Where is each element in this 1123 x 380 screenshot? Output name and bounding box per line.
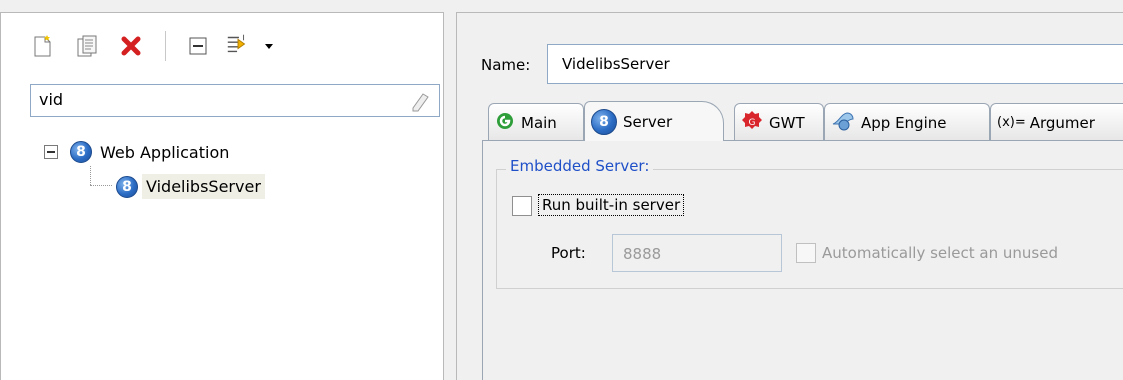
tree-item-web-application[interactable]: 8 Web Application [44, 141, 229, 163]
port-input-value: 8888 [623, 245, 662, 263]
embedded-server-group [496, 169, 1123, 289]
tab-gwt[interactable]: G GWT [734, 103, 824, 141]
filter-input[interactable]: vid [30, 84, 440, 117]
tab-label: App Engine [861, 113, 947, 132]
web-application-globe-icon: 8 [70, 141, 92, 163]
name-field[interactable]: VidelibsServer [547, 44, 1123, 84]
svg-text:G: G [749, 118, 756, 128]
delete-icon[interactable] [118, 33, 144, 59]
tab-label: Main [521, 113, 557, 132]
tab-app-engine[interactable]: App Engine [824, 103, 990, 141]
tree-item-label-selected: VidelibsServer [142, 174, 265, 199]
tab-label: Argumer [1029, 113, 1095, 132]
filter-icon[interactable] [225, 31, 251, 57]
main-run-icon [495, 111, 515, 135]
port-label: Port: [551, 244, 586, 262]
clear-filter-icon[interactable] [409, 90, 431, 116]
port-input[interactable]: 8888 [612, 234, 782, 272]
embedded-server-legend: Embedded Server: [506, 157, 654, 175]
tab-arguments[interactable]: (x)= Argumer [990, 103, 1123, 141]
app-engine-icon [831, 110, 855, 136]
tab-main[interactable]: Main [488, 103, 584, 141]
filter-input-value: vid [39, 90, 64, 109]
name-field-value: VidelibsServer [562, 55, 670, 73]
tree-connector [90, 185, 112, 187]
tree-connector [90, 166, 92, 185]
collapse-toggle-icon[interactable] [44, 145, 58, 159]
new-config-icon[interactable] [30, 33, 56, 59]
auto-select-port-checkbox[interactable] [796, 243, 816, 263]
gwt-icon: G [741, 110, 763, 136]
tab-server[interactable]: 8 Server [584, 101, 724, 141]
tab-label: GWT [769, 113, 805, 132]
server-globe-icon: 8 [591, 108, 617, 135]
server-globe-icon: 8 [116, 175, 138, 198]
tree-item-label: Web Application [100, 142, 230, 162]
tree-item-videlibsserver[interactable]: 8 VidelibsServer [116, 174, 265, 199]
name-label: Name: [481, 56, 531, 74]
auto-select-port-label: Automatically select an unused [822, 244, 1058, 262]
dropdown-arrow-icon[interactable] [262, 33, 276, 59]
duplicate-icon[interactable] [74, 33, 100, 59]
tab-label: Server [623, 112, 673, 131]
run-built-in-server-label[interactable]: Run built-in server [538, 194, 685, 216]
run-built-in-server-checkbox[interactable] [512, 196, 532, 216]
toolbar-separator [165, 31, 166, 61]
collapse-all-icon[interactable] [185, 33, 211, 59]
arguments-icon: (x)= [997, 115, 1026, 130]
